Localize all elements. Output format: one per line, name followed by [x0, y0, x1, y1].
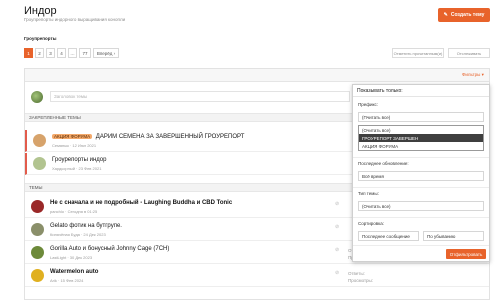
thread-title-input[interactable]: Заголовок темы	[50, 91, 350, 102]
filter-popup: Показывать только: Префикс: (Пчитать все…	[352, 84, 490, 262]
thread-meta: LastLight · 30 Дек 2023	[50, 255, 93, 260]
views-label: Просмотры:	[348, 278, 374, 283]
thread-meta: Хардкорный · 23 Фев 2021	[52, 166, 102, 171]
thread-meta: Семянык · 12 Июл 2021	[52, 143, 97, 148]
thread-title[interactable]: Watermelon auto	[50, 269, 98, 275]
sort-field-select[interactable]: Последнее сообщение	[358, 231, 419, 241]
prefix-option[interactable]: (Очитать все)	[359, 126, 483, 134]
page-1[interactable]: 1	[24, 48, 33, 58]
thread-title[interactable]: ДАРИМ СЕМЕНА ЗА ЗАВЕРШЕННЫЙ ГРОУРЕПОРТ	[96, 134, 245, 140]
watch-forum-button[interactable]: Отслеживать	[448, 48, 490, 58]
thread-title[interactable]: Гроурепорты индор	[52, 157, 106, 163]
page-subtitle: Гроупрепорты индорного выращивания коноп…	[24, 17, 126, 22]
thread-title[interactable]: Gelato фотик на бутгрупе.	[50, 223, 122, 229]
prefix-select[interactable]: (Пчитать все)	[358, 112, 484, 122]
thread-title[interactable]: Не с сначала и не подробный - Laughing B…	[50, 200, 232, 206]
replies-label: Ответы:	[348, 271, 365, 276]
last-update-label: Последнее обновление:	[358, 161, 409, 166]
mark-read-button[interactable]: Отметить прочитанным(и)	[392, 48, 444, 58]
thread-type-select[interactable]: (Очитать все)	[358, 201, 484, 211]
page-3[interactable]: 3	[46, 48, 55, 58]
thread-avatar	[31, 269, 44, 282]
thread-avatar	[31, 246, 44, 259]
pagination: 1 2 3 4 … 77 Вперёд ›	[24, 48, 119, 58]
thread-avatar	[31, 223, 44, 236]
prefix-option[interactable]: АКЦИЯ ФОРУМА	[359, 142, 483, 150]
page-4[interactable]: 4	[57, 48, 66, 58]
page-2[interactable]: 2	[35, 48, 44, 58]
prefix-label: Префикс:	[358, 102, 378, 107]
lock-icon: ⊘	[335, 224, 340, 230]
avatar	[31, 91, 43, 103]
thread-avatar	[33, 134, 46, 147]
thread-row[interactable]: Watermelon auto Arik · 15 Фев 2024 ⊘ Отв…	[25, 265, 489, 287]
create-thread-label: Создать тему	[450, 12, 485, 18]
prefix-badge[interactable]: АКЦИЯ ФОРУМА	[52, 134, 93, 139]
filter-bar	[25, 69, 489, 82]
thread-meta: Arik · 15 Фев 2024	[50, 278, 84, 283]
lock-icon: ⊘	[335, 270, 340, 276]
sort-direction-select[interactable]: По убыванию	[423, 231, 484, 241]
page-last[interactable]: 77	[79, 48, 91, 58]
apply-filter-button[interactable]: Отфильтровать	[446, 249, 486, 259]
last-update-select[interactable]: Всё время	[358, 171, 484, 181]
lock-icon: ⊘	[335, 201, 340, 207]
thread-avatar	[33, 157, 46, 170]
thread-avatar	[31, 200, 44, 213]
thread-stats: Ответы: Просмотры:	[348, 270, 373, 284]
create-thread-button[interactable]: ✎ Создать тему	[438, 8, 490, 22]
prefix-options-list: (Очитать все) ГРОУРЕПОРТ ЗАВЕРШЕН АКЦИЯ …	[358, 125, 484, 151]
thread-meta: panchlo · Сегодня в 01:25	[50, 209, 98, 214]
thread-type-label: Тип темы:	[358, 191, 379, 196]
page-title: Индор	[24, 5, 57, 17]
filters-toggle[interactable]: Фильтры ▾	[462, 72, 484, 78]
thread-title[interactable]: Gorilla Auto и бонусный Johnny Cage (7CH…	[50, 246, 169, 252]
prefix-option-selected[interactable]: ГРОУРЕПОРТ ЗАВЕРШЕН	[359, 134, 483, 142]
page-ellipsis[interactable]: …	[68, 48, 77, 58]
edit-icon: ✎	[443, 12, 448, 18]
sort-label: Сортировка:	[358, 221, 384, 226]
next-page-button[interactable]: Вперёд ›	[93, 48, 119, 58]
section-label: Гроупрепорты	[24, 36, 57, 41]
thread-meta: Кипячёная Буда · 24 Дек 2023	[50, 232, 106, 237]
filter-popup-title: Показывать только:	[353, 85, 489, 97]
lock-icon: ⊘	[335, 247, 340, 253]
